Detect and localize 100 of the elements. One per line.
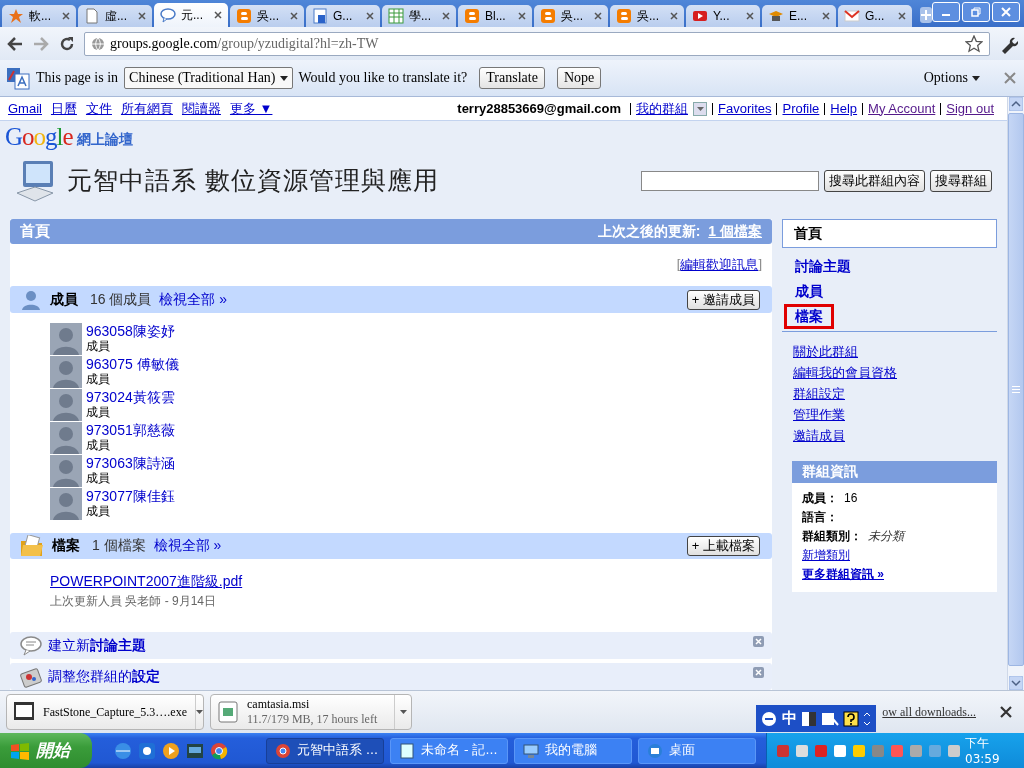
browser-tab[interactable]: 虛... <box>78 5 152 27</box>
section-action-button[interactable]: + 上載檔案 <box>686 535 760 556</box>
pad-icon[interactable] <box>821 710 839 727</box>
media-player-icon[interactable] <box>162 741 180 760</box>
restore-button[interactable] <box>962 2 990 22</box>
tip-link[interactable]: 調整您群組的設定 <box>48 667 747 686</box>
close-icon[interactable] <box>290 12 298 20</box>
member-name[interactable]: 973077陳佳鈺 <box>86 487 175 504</box>
start-button[interactable]: 開始 <box>0 733 92 768</box>
member-name[interactable]: 973051郭慈薇 <box>86 421 175 438</box>
nav-link[interactable]: 更多 ▼ <box>229 99 273 118</box>
nav-link[interactable]: 閱讀器 <box>181 99 221 118</box>
close-button[interactable] <box>992 2 1020 22</box>
show-all-downloads-link[interactable]: ow all downloads... <box>882 704 976 720</box>
close-icon[interactable] <box>746 12 754 20</box>
account-link[interactable]: Profile <box>776 102 825 115</box>
edit-welcome-link[interactable]: 編輯歡迎訊息 <box>680 256 759 275</box>
chrome-icon[interactable] <box>210 741 228 760</box>
browser-tab[interactable]: Bl... <box>458 5 532 27</box>
account-link[interactable]: My Account <box>862 102 941 115</box>
sidebar-link[interactable]: 邀請成員 <box>793 426 845 447</box>
sidebar-nav-item[interactable]: 討論主題 <box>784 254 862 279</box>
view-all-link[interactable]: 檢視全部 » <box>153 536 222 555</box>
back-icon[interactable] <box>6 35 24 52</box>
sidebar-link[interactable]: 管理作業 <box>793 405 845 426</box>
new-tab-button[interactable] <box>920 7 932 23</box>
download-item[interactable]: FastStone_Capture_5.3….exe <box>6 694 204 730</box>
close-icon[interactable] <box>822 12 830 20</box>
browser-icon[interactable] <box>138 741 156 760</box>
close-icon[interactable] <box>670 12 678 20</box>
account-link[interactable]: Favorites <box>712 102 777 115</box>
language-dropdown[interactable]: Chinese (Traditional Han) <box>124 67 293 89</box>
browser-tab[interactable]: Y... <box>686 5 760 27</box>
browser-tab[interactable]: G... <box>306 5 380 27</box>
search-field[interactable] <box>641 170 819 191</box>
member-name[interactable]: 963058陳姿妤 <box>86 322 175 339</box>
close-icon[interactable] <box>442 12 450 20</box>
options-menu[interactable]: Options <box>923 70 980 86</box>
sidebar-link[interactable]: 群組設定 <box>793 384 845 405</box>
input-mode-label[interactable]: 中 <box>782 709 797 728</box>
translate-bar-button[interactable]: Nope <box>556 67 602 89</box>
account-link[interactable]: Help <box>824 102 863 115</box>
download-item[interactable]: camtasia.msi 11.7/179 MB, 17 hours left <box>210 694 412 730</box>
address-bar[interactable]: groups.google.com/group/yzudigital?hl=zh-TW <box>84 31 990 56</box>
scrollbar[interactable] <box>1007 97 1024 690</box>
half-width-icon[interactable] <box>801 710 817 727</box>
browser-tab[interactable]: 學... <box>382 5 456 27</box>
minimize-button[interactable] <box>932 2 960 22</box>
close-icon[interactable] <box>594 12 602 20</box>
browser-tab[interactable]: 軟... <box>2 5 76 27</box>
scroll-arrows-icon[interactable] <box>863 710 871 727</box>
keyboard-icon[interactable] <box>760 709 778 728</box>
dropdown-arrow-icon[interactable] <box>399 710 407 714</box>
app-icon[interactable] <box>186 741 204 760</box>
close-icon[interactable] <box>214 11 222 19</box>
plus-icon <box>921 10 931 20</box>
taskbar-window-button[interactable]: 元智中語系 ... <box>266 737 384 764</box>
close-icon[interactable] <box>1000 706 1012 718</box>
taskbar-window-button[interactable]: 未命名 - 記... <box>390 737 508 764</box>
help-icon[interactable] <box>843 710 859 727</box>
member-name[interactable]: 973024黃筱雲 <box>86 388 175 405</box>
member-name[interactable]: 963075 傅敏儀 <box>86 355 179 372</box>
translate-bar-button[interactable]: Translate <box>479 67 545 89</box>
close-icon[interactable] <box>138 12 146 20</box>
browser-tab[interactable]: G... <box>838 5 912 27</box>
browser-tab[interactable]: 吳... <box>534 5 608 27</box>
dropdown-button[interactable] <box>693 101 707 116</box>
sidebar-nav-item[interactable]: 成員 <box>784 279 834 304</box>
browser-tab[interactable]: 元... <box>154 3 228 27</box>
close-icon[interactable] <box>898 12 906 20</box>
close-icon[interactable] <box>62 12 70 20</box>
sidebar-link[interactable]: 關於此群組 <box>793 342 858 363</box>
account-link[interactable]: Sign out <box>940 102 999 115</box>
file-link[interactable]: POWERPOINT2007進階級.pdf <box>50 573 772 591</box>
view-all-link[interactable]: 檢視全部 » <box>159 290 228 309</box>
browser-tab[interactable]: E... <box>762 5 836 27</box>
nav-link[interactable]: 所有網頁 <box>120 99 173 118</box>
search-button[interactable]: 搜尋群組 <box>930 169 992 192</box>
member-name[interactable]: 973063陳詩涵 <box>86 454 175 471</box>
sidebar-link[interactable]: 編輯我的會員資格 <box>793 363 897 384</box>
sidebar-nav-item[interactable]: 檔案 <box>784 304 834 329</box>
nav-link[interactable]: 日曆 <box>50 99 77 118</box>
taskbar-window-button[interactable]: 我的電腦 <box>514 737 632 764</box>
nav-link[interactable]: 文件 <box>85 99 112 118</box>
info-link[interactable]: 新增類別 <box>802 546 850 565</box>
browser-tab[interactable]: 吳... <box>610 5 684 27</box>
globe-icon[interactable] <box>114 741 132 760</box>
browser-tab[interactable]: 吳... <box>230 5 304 27</box>
sidebar-nav-item[interactable]: 首頁 <box>782 219 997 248</box>
star-icon[interactable] <box>965 34 983 53</box>
nav-link[interactable]: Gmail <box>8 101 42 116</box>
tip-link[interactable]: 建立新討論主題 <box>48 636 747 655</box>
close-icon[interactable] <box>518 12 526 20</box>
close-icon[interactable] <box>366 12 374 20</box>
search-button[interactable]: 搜尋此群組內容 <box>824 169 925 192</box>
section-action-button[interactable]: + 邀請成員 <box>686 289 760 310</box>
reload-icon[interactable] <box>58 34 76 53</box>
dropdown-arrow-icon[interactable] <box>196 710 203 714</box>
info-link[interactable]: 更多群組資訊 » <box>802 565 884 584</box>
taskbar-window-button[interactable]: 桌面 <box>638 737 756 764</box>
